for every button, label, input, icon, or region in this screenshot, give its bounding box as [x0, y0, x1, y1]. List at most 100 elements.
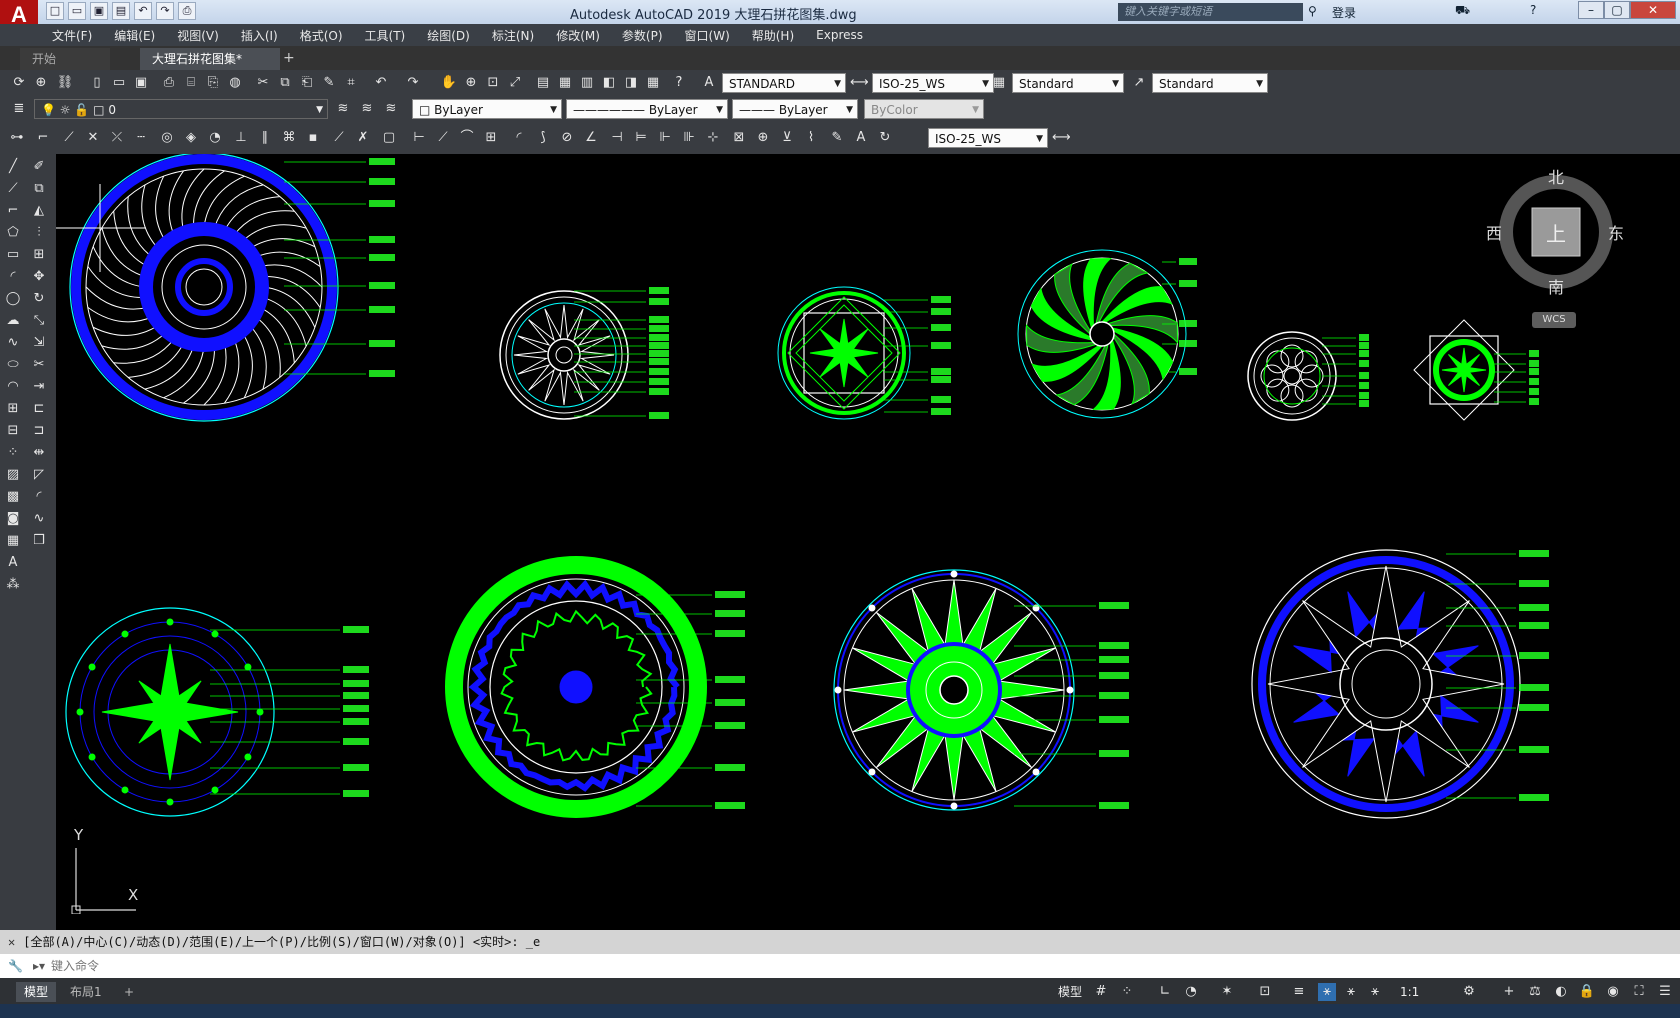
fullscreen-icon[interactable]: ⛶ — [1630, 983, 1648, 1001]
dim-arc-icon[interactable]: ⌒ — [458, 129, 476, 147]
viewcube-east[interactable]: 东 — [1608, 220, 1624, 244]
polar-icon[interactable]: ◔ — [1182, 983, 1200, 1001]
print-icon[interactable]: ⎙ — [160, 74, 178, 92]
dim-break-icon[interactable]: ⊹ — [704, 129, 722, 147]
annotation-visibility-icon[interactable]: ⚹ — [1318, 983, 1336, 1001]
redo-tool-icon[interactable]: ↷ — [404, 74, 422, 92]
dim-text-edit-icon[interactable]: A — [852, 129, 870, 147]
explode-icon[interactable]: ❒ — [30, 532, 48, 550]
open-file-icon[interactable]: ▭ — [110, 74, 128, 92]
tab-model[interactable]: 模型 — [16, 982, 57, 1002]
menu-draw[interactable]: 绘图(D) — [427, 27, 470, 44]
erase-icon[interactable]: ✐ — [30, 158, 48, 176]
ortho-icon[interactable]: ∟ — [1156, 983, 1174, 1001]
cut-icon[interactable]: ✂ — [254, 74, 272, 92]
point-icon[interactable]: ⁘ — [4, 444, 22, 462]
quick-properties-icon[interactable]: ◐ — [1552, 983, 1570, 1001]
add-layout-button[interactable]: + — [116, 982, 142, 1002]
preview-icon[interactable]: ⌸ — [182, 74, 200, 92]
snap-extension-icon[interactable]: ┄ — [132, 129, 150, 147]
menu-view[interactable]: 视图(V) — [177, 27, 219, 44]
polygon-icon[interactable]: ⬠ — [4, 224, 22, 242]
construction-line-icon[interactable]: ⟋ — [4, 180, 22, 198]
paste-icon[interactable]: ⎗ — [298, 74, 316, 92]
dim-angular-icon[interactable]: ∠ — [582, 129, 600, 147]
new-file-icon[interactable]: ▯ — [88, 74, 106, 92]
sheet-set-icon[interactable]: ◧ — [600, 74, 618, 92]
layer-previous-icon[interactable]: ≋ — [358, 100, 376, 118]
break-at-point-icon[interactable]: ⊏ — [30, 400, 48, 418]
copy-object-icon[interactable]: ⧉ — [30, 180, 48, 198]
scale-icon[interactable]: ⤡ — [30, 312, 48, 330]
jogged-linear-icon[interactable]: ⌇ — [802, 129, 820, 147]
binoculars-icon[interactable]: ⚲ — [1308, 4, 1317, 18]
snap-midpoint-icon[interactable]: ⟋ — [60, 129, 78, 147]
ellipse-arc-icon[interactable]: ◠ — [4, 378, 22, 396]
offset-icon[interactable]: ⫶ — [30, 224, 48, 242]
dim-style-select-2[interactable]: ISO-25_WS ▼ — [928, 128, 1048, 148]
color-select[interactable]: □ ByLayer ▼ — [412, 99, 562, 119]
text-style-icon[interactable]: A — [700, 74, 718, 92]
tolerance-icon[interactable]: ⊠ — [730, 129, 748, 147]
redo-icon[interactable]: ↷ — [156, 2, 174, 20]
grid-icon[interactable]: # — [1092, 983, 1110, 1001]
layer-manager-icon[interactable]: ≣ — [10, 100, 28, 118]
snap-settings-icon[interactable]: ▢ — [380, 129, 398, 147]
fillet-icon[interactable]: ◜ — [30, 488, 48, 506]
add-tab-button[interactable]: + — [283, 50, 295, 66]
lock-ui-icon[interactable]: 🔒 — [1578, 983, 1596, 1001]
save-icon[interactable]: ▣ — [90, 2, 108, 20]
viewcube-south[interactable]: 南 — [1548, 274, 1564, 298]
viewcube-top-face[interactable]: 上 — [1546, 218, 1566, 247]
calculator-icon[interactable]: ▦ — [644, 74, 662, 92]
save-file-icon[interactable]: ▣ — [132, 74, 150, 92]
pan-icon[interactable]: ✋ — [440, 74, 458, 92]
snap-apparent-icon[interactable]: ⤫ — [108, 129, 126, 147]
menu-dimension[interactable]: 标注(N) — [492, 27, 534, 44]
rectangle-icon[interactable]: ▭ — [4, 246, 22, 264]
move-icon[interactable]: ✥ — [30, 268, 48, 286]
wcs-button[interactable]: WCS — [1532, 312, 1576, 328]
dim-baseline-icon[interactable]: ⊨ — [632, 129, 650, 147]
center-mark-icon[interactable]: ⊕ — [754, 129, 772, 147]
region-icon[interactable]: ◙ — [4, 510, 22, 528]
help-icon[interactable]: ? — [1530, 3, 1536, 17]
multileader-style-icon[interactable]: ↗ — [1130, 74, 1148, 92]
cart-icon[interactable]: ⛟ — [1455, 3, 1470, 19]
dim-continue-icon[interactable]: ⊩ — [656, 129, 674, 147]
dim-linear-icon[interactable]: ⊢ — [410, 129, 428, 147]
annotation-scale-icon[interactable]: ⚹ — [1366, 983, 1384, 1001]
new-icon[interactable]: □ — [46, 2, 64, 20]
login-button[interactable]: 登录 — [1332, 4, 1356, 21]
publish-icon[interactable]: ⎘ — [204, 74, 222, 92]
tab-start[interactable]: 开始 — [20, 48, 110, 70]
block-icon[interactable]: ⌗ — [342, 74, 360, 92]
line-icon[interactable]: ╱ — [4, 158, 22, 176]
snap-quadrant-icon[interactable]: ◈ — [182, 129, 200, 147]
minimize-button[interactable]: – — [1578, 1, 1604, 19]
arc-icon[interactable]: ◜ — [4, 268, 22, 286]
snap-insert-icon[interactable]: ⌘ — [280, 129, 298, 147]
add-selected-icon[interactable]: ⁂ — [4, 576, 22, 594]
linetype-select[interactable]: —————— ByLayer ▼ — [566, 99, 728, 119]
circle-icon[interactable]: ◯ — [4, 290, 22, 308]
undo-icon[interactable]: ↶ — [134, 2, 152, 20]
drawing-canvas[interactable]: 北 南 东 西 上 WCS Y X — [56, 152, 1680, 930]
link-icon[interactable]: ⛓ — [56, 74, 74, 92]
viewcube-west[interactable]: 西 — [1486, 220, 1502, 244]
copy-icon[interactable]: ⧉ — [276, 74, 294, 92]
viewcube[interactable]: 北 南 东 西 上 WCS — [1476, 162, 1636, 342]
annotation-monitor-icon[interactable]: + — [1500, 983, 1518, 1001]
lineweight-select[interactable]: ——— ByLayer ▼ — [732, 99, 858, 119]
dim-ordinate-icon[interactable]: ⊞ — [482, 129, 500, 147]
spline-icon[interactable]: ∿ — [4, 334, 22, 352]
osnap-icon[interactable]: ⊡ — [1256, 983, 1274, 1001]
dim-diameter-icon[interactable]: ⊘ — [558, 129, 576, 147]
snap-tangent-icon[interactable]: ◔ — [206, 129, 224, 147]
dim-jogged-icon[interactable]: ⟆ — [534, 129, 552, 147]
dim-style-select[interactable]: ISO-25_WS ▼ — [872, 73, 994, 93]
mtext-icon[interactable]: A — [4, 554, 22, 572]
scale-button[interactable]: 1:1 — [1392, 982, 1427, 1002]
menu-tools[interactable]: 工具(T) — [365, 27, 406, 44]
menu-modify[interactable]: 修改(M) — [556, 27, 600, 44]
